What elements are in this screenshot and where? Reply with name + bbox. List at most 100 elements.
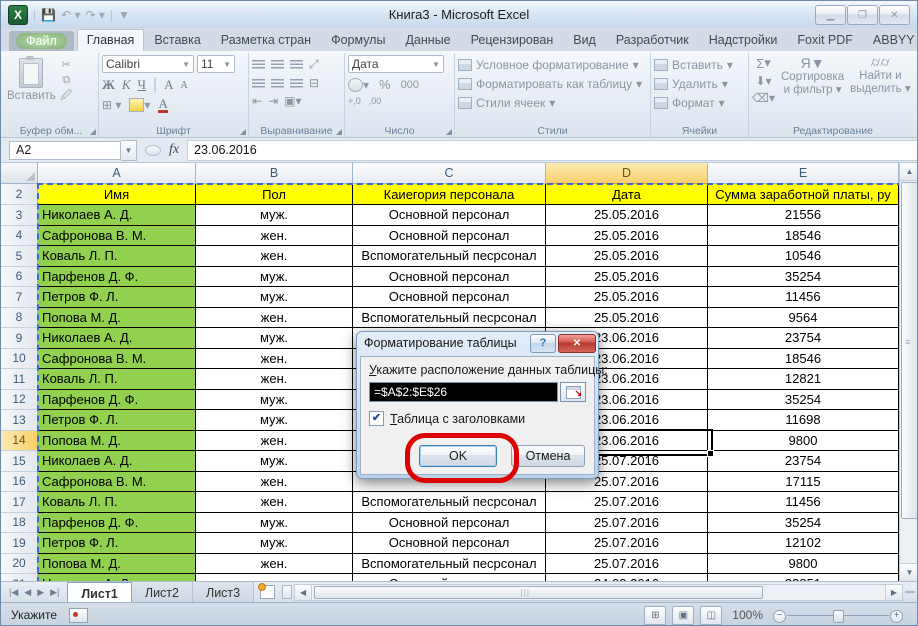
align-right-icon[interactable] [290,79,303,88]
header-cell-category[interactable]: Каиегория персонала [353,184,546,205]
format-as-table-button[interactable]: Форматировать как таблицу▾ [458,74,647,93]
cell-salary[interactable]: 23754 [708,451,899,472]
range-input[interactable]: =$A$2:$E$26 [369,382,558,402]
cancel-button[interactable]: Отмена [511,445,585,467]
cell-salary[interactable]: 11698 [708,410,899,431]
shrink-font-button[interactable]: А [181,80,188,91]
column-header[interactable]: B [196,163,353,184]
cell-category[interactable]: Основной персонал [353,205,546,226]
formula-bar-handle[interactable] [145,145,161,156]
find-select-button[interactable]: ⌭⌭ Найти и выделить ▾ [850,55,910,96]
cell-salary[interactable]: 11456 [708,492,899,513]
column-header[interactable]: A [38,163,196,184]
ribbon-tab[interactable]: Формулы [321,29,395,51]
merge-center-icon[interactable]: ▣▾ [284,94,301,108]
scrollbar-resize-handle[interactable] [905,591,915,593]
row-number[interactable]: 2 [1,184,38,205]
cell-salary[interactable]: 23754 [708,328,899,349]
cell-gender[interactable]: муж. [196,267,353,288]
dialog-close-icon[interactable]: ✕ [558,334,596,353]
name-box-dropdown-icon[interactable]: ▼ [121,140,137,161]
align-left-icon[interactable] [252,79,265,88]
cell-category[interactable]: Вспомогательный песрсонал [353,554,546,575]
cell-date[interactable]: 25.05.2016 [546,308,708,329]
thousands-icon[interactable]: 000 [401,79,419,91]
cell-date[interactable]: 24.08.2016 [546,574,708,581]
cell-gender[interactable]: муж. [196,574,353,581]
cell-date[interactable]: 25.07.2016 [546,513,708,534]
tab-split-handle[interactable] [282,585,292,599]
cell-name[interactable]: Николаев А. Д. [38,328,196,349]
sheet-tab[interactable]: Лист3 [193,582,254,602]
cell-gender[interactable]: муж. [196,390,353,411]
cell-salary[interactable]: 11456 [708,287,899,308]
header-cell-name[interactable]: Имя [38,184,196,205]
cell-name[interactable]: Коваль Л. П. [38,492,196,513]
paste-button[interactable]: Вставить [7,56,56,102]
cell-date[interactable]: 25.05.2016 [546,287,708,308]
zoom-out-icon[interactable]: − [773,610,786,623]
cell-gender[interactable]: жен. [196,472,353,493]
cell-gender[interactable]: жен. [196,226,353,247]
zoom-slider[interactable]: − + [773,607,903,624]
row-number[interactable]: 11 [1,369,38,390]
copy-icon[interactable]: ⧉ [59,73,74,87]
cell-name[interactable]: Петров Ф. Л. [38,533,196,554]
cell-gender[interactable]: жен. [196,246,353,267]
vertical-scrollbar-thumb[interactable] [901,182,918,519]
align-bottom-icon[interactable] [290,60,303,69]
cell-salary[interactable]: 12821 [708,369,899,390]
format-painter-icon[interactable]: 🖉 [59,89,74,103]
cell-salary[interactable]: 18546 [708,349,899,370]
cell-gender[interactable]: жен. [196,554,353,575]
borders-icon[interactable]: ⊞ ▾ [102,98,121,112]
cell-name[interactable]: Николаев А. Д. [38,451,196,472]
cell-salary[interactable]: 35254 [708,390,899,411]
row-number[interactable]: 18 [1,513,38,534]
increase-indent-icon[interactable]: ⇥ [268,94,278,108]
cell-gender[interactable]: муж. [196,410,353,431]
orientation-icon[interactable]: ⤢ [309,57,319,72]
delete-cells-button[interactable]: Удалить▾ [654,74,745,93]
dialog-launcher-icon[interactable]: ◢ [90,127,96,136]
dialog-launcher-icon[interactable]: ◢ [240,127,246,136]
ribbon-tab[interactable]: Рецензирован [461,29,564,51]
dialog-title-bar[interactable]: Форматирование таблицы ? ✕ [356,331,599,355]
last-sheet-icon[interactable]: ▶| [50,587,59,598]
clear-icon[interactable]: ⌫▾ [752,91,775,105]
ribbon-tab[interactable]: Данные [395,29,460,51]
cell-category[interactable]: Вспомогательный песрсонал [353,492,546,513]
grow-font-button[interactable]: А [164,77,173,93]
row-number[interactable]: 15 [1,451,38,472]
cell-salary[interactable]: 10546 [708,246,899,267]
increase-decimal-icon[interactable]: +,0 [348,96,361,106]
cell-gender[interactable]: муж. [196,533,353,554]
align-center-icon[interactable] [271,79,284,88]
ribbon-tab[interactable]: Foxit PDF [787,29,863,51]
cell-gender[interactable]: муж. [196,328,353,349]
row-number[interactable]: 21 [1,574,38,581]
cell-name[interactable]: Петров Ф. Л. [38,287,196,308]
row-number[interactable]: 4 [1,226,38,247]
cell-name[interactable]: Попова М. Д. [38,431,196,452]
cell-category[interactable]: Основной персонал [353,533,546,554]
cell-salary[interactable]: 12102 [708,533,899,554]
page-layout-view-icon[interactable]: ▣ [672,606,694,625]
conditional-formatting-button[interactable]: Условное форматирование▾ [458,55,647,74]
sheet-nav-buttons[interactable]: |◀ ◀ ▶ ▶| [1,582,67,602]
cell-category[interactable]: Основной персонал [353,574,546,581]
cell-salary[interactable]: 18546 [708,226,899,247]
first-sheet-icon[interactable]: |◀ [9,587,18,598]
row-number[interactable]: 10 [1,349,38,370]
ribbon-tab[interactable]: Вставка [144,29,210,51]
insert-cells-button[interactable]: Вставить▾ [654,55,745,74]
cell-name[interactable]: Сафронова В. М. [38,472,196,493]
cell-gender[interactable]: жен. [196,349,353,370]
row-number[interactable]: 17 [1,492,38,513]
cell-category[interactable]: Основной персонал [353,226,546,247]
zoom-slider-thumb[interactable] [833,610,844,623]
cell-salary[interactable]: 17115 [708,472,899,493]
horizontal-scroll-track[interactable] [312,584,885,601]
excel-logo-icon[interactable]: X [8,5,28,25]
fill-icon[interactable]: ⬇▾ [752,74,775,88]
